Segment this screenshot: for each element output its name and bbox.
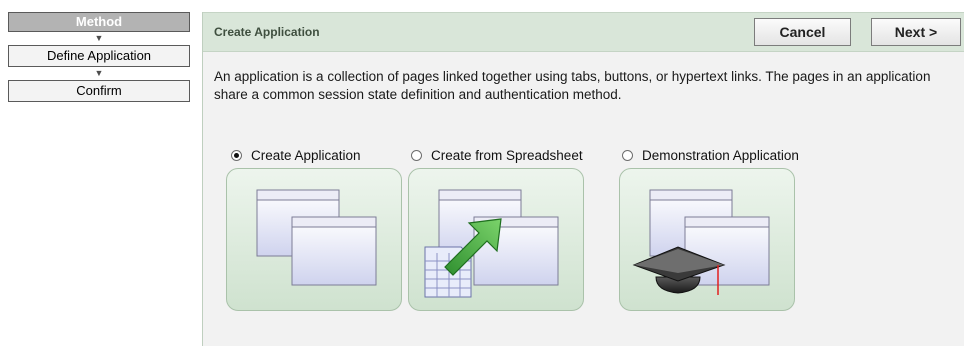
spreadsheet-import-icon [424,189,559,298]
wizard-step-confirm: Confirm [8,80,190,102]
chevron-down-icon: ▼ [94,68,104,78]
chevron-down-icon: ▼ [94,33,104,43]
wizard-step-method: Method [8,12,190,32]
wizard-steps: Method ▼ Define Application ▼ Confirm [8,12,190,102]
page-title: Create Application [214,25,320,39]
option-label: Demonstration Application [642,147,799,163]
option-label: Create Application [251,147,361,163]
radio-demonstration-application[interactable] [622,149,633,161]
card-demonstration-application[interactable] [619,168,795,311]
option-create-from-spreadsheet[interactable]: Create from Spreadsheet [411,146,583,164]
main-region: Create Application Cancel Next > An appl… [202,12,964,346]
card-create-from-spreadsheet[interactable] [408,168,584,311]
radio-create-from-spreadsheet[interactable] [411,149,422,161]
wizard-step-define-application: Define Application [8,45,190,67]
description-text: An application is a collection of pages … [214,69,931,102]
card-create-application[interactable] [226,168,402,311]
option-create-application[interactable]: Create Application [231,146,361,164]
region-header: Create Application Cancel Next > [203,12,964,52]
option-label: Create from Spreadsheet [431,147,583,163]
radio-create-application[interactable] [231,149,242,161]
graduation-cap-icon [632,189,770,295]
option-demonstration-application[interactable]: Demonstration Application [622,146,799,164]
application-windows-icon [256,189,377,286]
next-button[interactable]: Next > [871,18,961,46]
cancel-button[interactable]: Cancel [754,18,851,46]
